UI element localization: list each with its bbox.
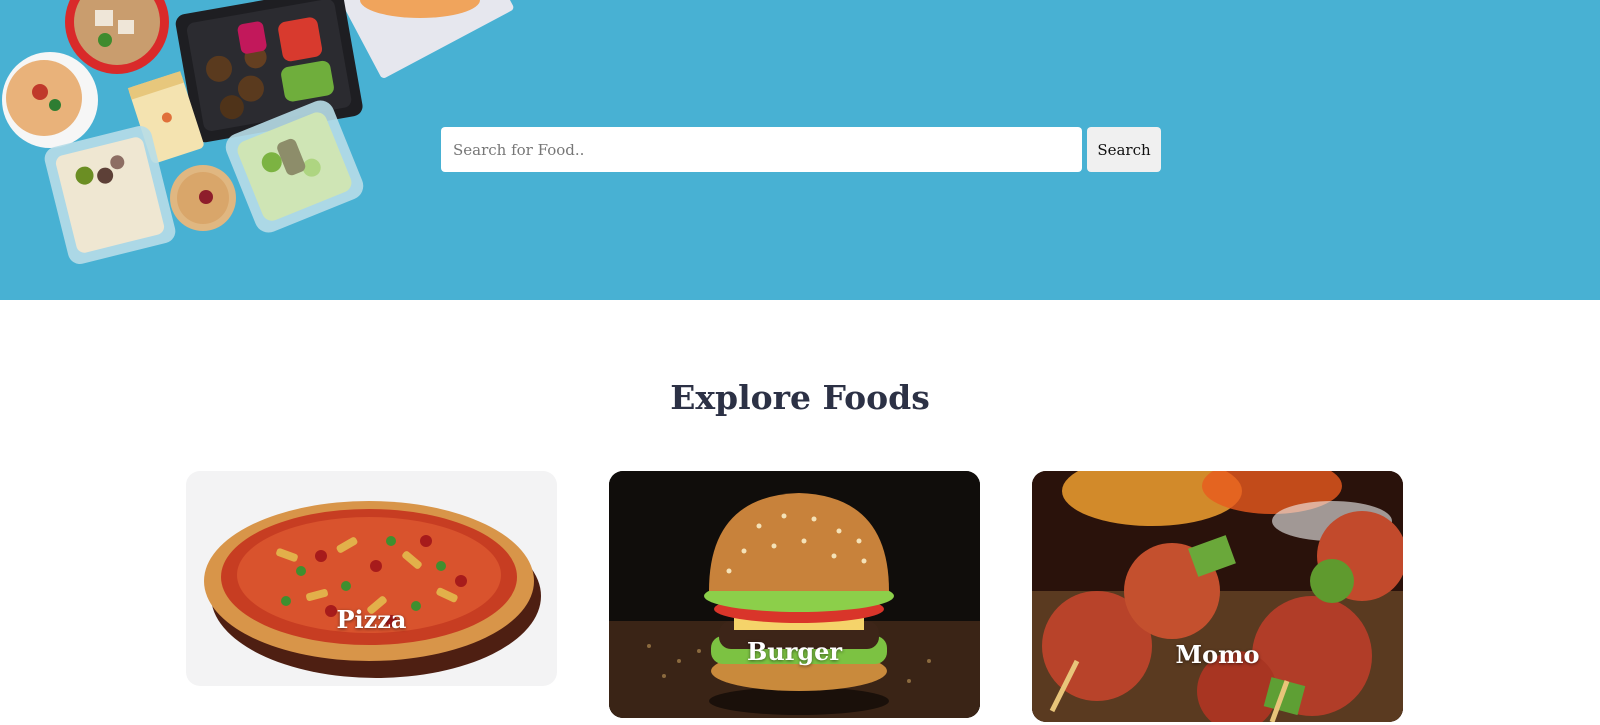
food-card-burger[interactable]: Burger bbox=[609, 471, 980, 718]
hero-banner: Search bbox=[0, 0, 1600, 300]
search-bar: Search bbox=[441, 127, 1161, 172]
card-label-pizza: Pizza bbox=[336, 605, 407, 634]
search-input[interactable] bbox=[441, 127, 1082, 172]
card-label-burger: Burger bbox=[746, 637, 843, 666]
food-card-pizza[interactable]: Pizza bbox=[186, 471, 557, 686]
card-label-momo: Momo bbox=[1175, 640, 1260, 669]
momo-icon bbox=[1032, 471, 1403, 722]
section-title: Explore Foods bbox=[670, 378, 930, 417]
pizza-icon bbox=[204, 501, 541, 678]
food-card-momo[interactable]: Momo bbox=[1032, 471, 1403, 722]
burger-icon bbox=[609, 471, 980, 718]
search-button[interactable]: Search bbox=[1087, 127, 1161, 172]
